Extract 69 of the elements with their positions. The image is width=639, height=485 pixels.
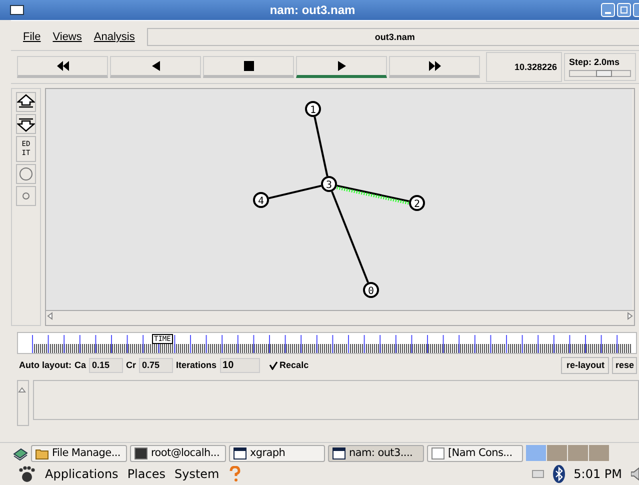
network-node[interactable]: 4	[253, 192, 269, 208]
auto-layout-label: Auto layout:	[19, 360, 72, 370]
slider-thumb[interactable]	[596, 70, 612, 77]
scroll-left-icon[interactable]	[46, 312, 54, 320]
play-button[interactable]	[296, 56, 387, 78]
input-field[interactable]: 10	[220, 358, 260, 372]
input-field[interactable]: 0.15	[89, 358, 124, 372]
help-icon[interactable]	[228, 466, 242, 482]
horizontal-scrollbar[interactable]	[46, 310, 634, 321]
folder-icon	[35, 446, 49, 460]
network-node[interactable]: 1	[305, 101, 321, 117]
rewind-icon	[56, 60, 70, 72]
time-readout: 10.328226	[514, 62, 557, 72]
bluetooth-icon[interactable]	[552, 465, 565, 483]
field-label: Ca	[74, 360, 86, 370]
taskbar-button[interactable]: File Manage...	[31, 444, 127, 462]
scroll-right-icon[interactable]	[626, 312, 634, 320]
circle-button[interactable]	[16, 164, 36, 184]
checkbox[interactable]	[268, 360, 279, 370]
window-icon	[332, 446, 346, 460]
stop-button[interactable]	[203, 56, 294, 78]
taskbar-button[interactable]: root@localh...	[130, 444, 226, 462]
maximize-button[interactable]	[617, 3, 631, 17]
taskbar-button[interactable]: xgraph	[229, 444, 325, 462]
down-arrow-icon	[17, 116, 35, 132]
checkmark-icon	[269, 360, 278, 370]
clock[interactable]: 5:01 PM	[574, 467, 622, 481]
network-canvas[interactable]: 1 3 4 2 0	[46, 89, 632, 310]
panel-menu[interactable]: System	[174, 467, 220, 481]
close-button[interactable]	[633, 3, 639, 17]
network-node[interactable]: 2	[409, 195, 425, 211]
vertical-scrollbar[interactable]	[17, 380, 29, 426]
rewind-button[interactable]	[17, 56, 108, 78]
keyboard-icon[interactable]	[532, 469, 544, 479]
step-label: Step: 2.0ms	[569, 57, 621, 67]
taskbar-button[interactable]: nam: out3....	[328, 444, 424, 462]
zoom-out-button[interactable]	[16, 114, 36, 134]
foot-icon[interactable]	[18, 465, 36, 483]
fast-forward-icon	[428, 60, 442, 72]
panel-menu[interactable]: Applications	[45, 467, 118, 481]
menu-item[interactable]: File	[23, 31, 41, 43]
checkbox-label: Recalc	[280, 360, 309, 370]
window-icon	[233, 446, 247, 460]
stop-icon	[242, 60, 256, 72]
circle-icon	[17, 166, 35, 182]
network-node[interactable]: 0	[363, 282, 379, 298]
step-slider[interactable]	[569, 70, 631, 77]
network-node[interactable]: 3	[321, 176, 337, 192]
menu-item[interactable]: Views	[52, 31, 82, 43]
field-label: Cr	[126, 360, 136, 370]
field-label: Iterations	[176, 360, 217, 370]
terminal-icon	[134, 446, 148, 460]
menu-item[interactable]: Analysis	[94, 31, 135, 43]
layout-button[interactable]: rese	[612, 356, 637, 374]
taskbar-button[interactable]: [Nam Cons...	[427, 444, 523, 462]
forward-button[interactable]	[389, 56, 480, 78]
file-name-field: out3.nam	[146, 28, 639, 46]
layout-button[interactable]: re-layout	[561, 356, 610, 374]
up-arrow-icon	[17, 94, 35, 110]
input-field[interactable]: 0.75	[139, 358, 174, 372]
scroll-up-icon[interactable]	[18, 386, 26, 394]
minimize-button[interactable]	[601, 3, 615, 17]
window-menu-icon[interactable]	[10, 5, 24, 15]
window-title: nam: out3.nam	[268, 3, 356, 17]
panel-menu[interactable]: Places	[127, 467, 166, 481]
circle-button[interactable]	[16, 186, 36, 206]
zoom-in-button[interactable]	[16, 92, 36, 112]
window-icon	[431, 446, 445, 460]
speaker-icon[interactable]	[631, 467, 639, 481]
